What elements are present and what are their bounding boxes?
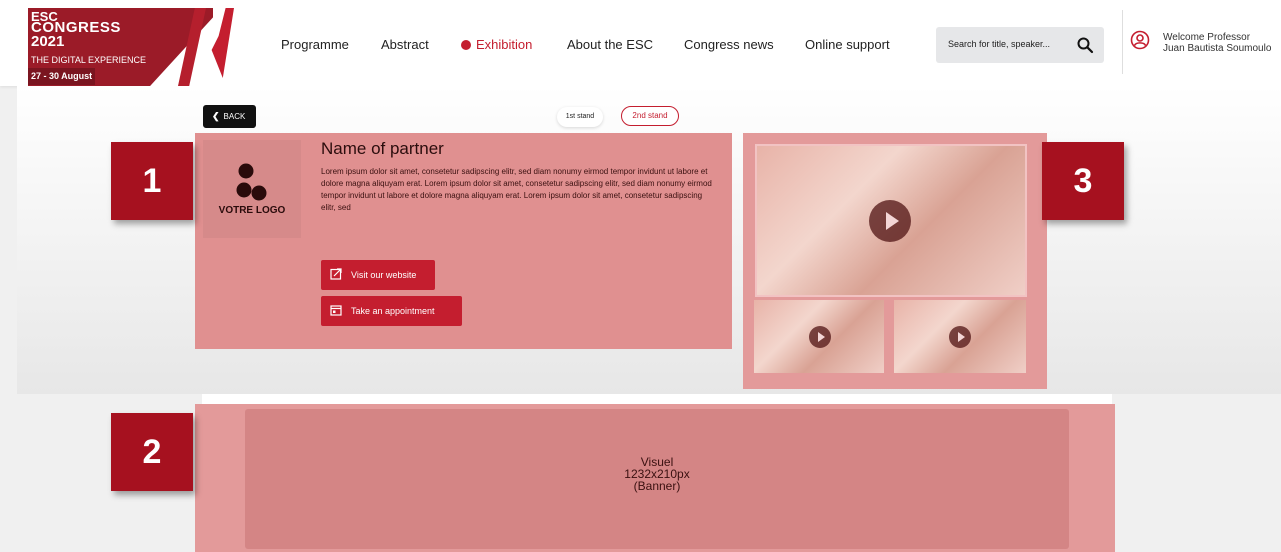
video-thumbnail-2[interactable] (894, 300, 1026, 373)
take-appointment-button[interactable]: Take an appointment (321, 296, 462, 326)
nav-item-programme[interactable]: Programme (281, 37, 349, 52)
partner-logo-text: VOTRE LOGO (218, 205, 286, 216)
congress-logo[interactable]: ESC CONGRESS 2021 THE DIGITAL EXPERIENCE… (28, 8, 238, 86)
annotation-badge-2: 2 (111, 413, 193, 491)
banner-top-strip (202, 394, 1112, 404)
back-button[interactable]: ❮ BACK (203, 105, 256, 128)
annotation-badge-1: 1 (111, 142, 193, 220)
tab-second-stand[interactable]: 2nd stand (621, 106, 679, 126)
search-icon[interactable] (1076, 36, 1094, 54)
play-icon[interactable] (809, 326, 831, 348)
back-chevron-icon: ❮ (212, 111, 220, 121)
search-placeholder: Search for title, speaker... (948, 39, 1051, 49)
take-appointment-label: Take an appointment (351, 306, 435, 316)
header-divider (1122, 10, 1123, 74)
logo-line-tagline: THE DIGITAL EXPERIENCE (31, 55, 147, 65)
tab-first-stand[interactable]: 1st stand (557, 107, 603, 127)
video-thumbnail-1[interactable] (754, 300, 884, 373)
main-video[interactable] (755, 144, 1027, 297)
annotation-badge-3: 3 (1042, 142, 1124, 220)
nav-item-congress-news[interactable]: Congress news (684, 37, 774, 52)
banner-line-3: (Banner) (633, 479, 681, 493)
banner-placeholder: Visuel 1232x210px (Banner) (245, 409, 1069, 549)
active-dot-icon (461, 40, 471, 50)
user-name: Juan Bautista Soumoulo (1163, 43, 1272, 54)
visit-website-label: Visit our website (351, 270, 417, 280)
partner-description: Lorem ipsum dolor sit amet, consetetur s… (321, 167, 712, 212)
logo-line-dates: 27 - 30 August (28, 68, 96, 85)
partner-logo: VOTRE LOGO (203, 140, 301, 238)
partner-name: Name of partner (321, 139, 444, 158)
nav-item-exhibition[interactable]: Exhibition (461, 37, 532, 52)
calendar-icon (330, 305, 342, 316)
user-welcome[interactable]: Welcome Professor Juan Bautista Soumoulo (1163, 32, 1281, 54)
play-icon[interactable] (949, 326, 971, 348)
partner-logo-icon (236, 163, 267, 201)
user-icon[interactable] (1130, 30, 1150, 50)
back-label: BACK (223, 112, 246, 121)
nav-item-abstract[interactable]: Abstract (381, 37, 429, 52)
visit-website-button[interactable]: Visit our website (321, 260, 435, 290)
welcome-text: Welcome Professor (1163, 32, 1251, 43)
nav-item-about[interactable]: About the ESC (567, 37, 653, 52)
search-input[interactable]: Search for title, speaker... (936, 27, 1104, 63)
external-link-icon (330, 268, 342, 280)
nav-item-exhibition-label: Exhibition (476, 37, 533, 52)
play-icon[interactable] (869, 200, 911, 242)
logo-line-year: 2021 (31, 33, 65, 50)
nav-item-online-support[interactable]: Online support (805, 37, 890, 52)
